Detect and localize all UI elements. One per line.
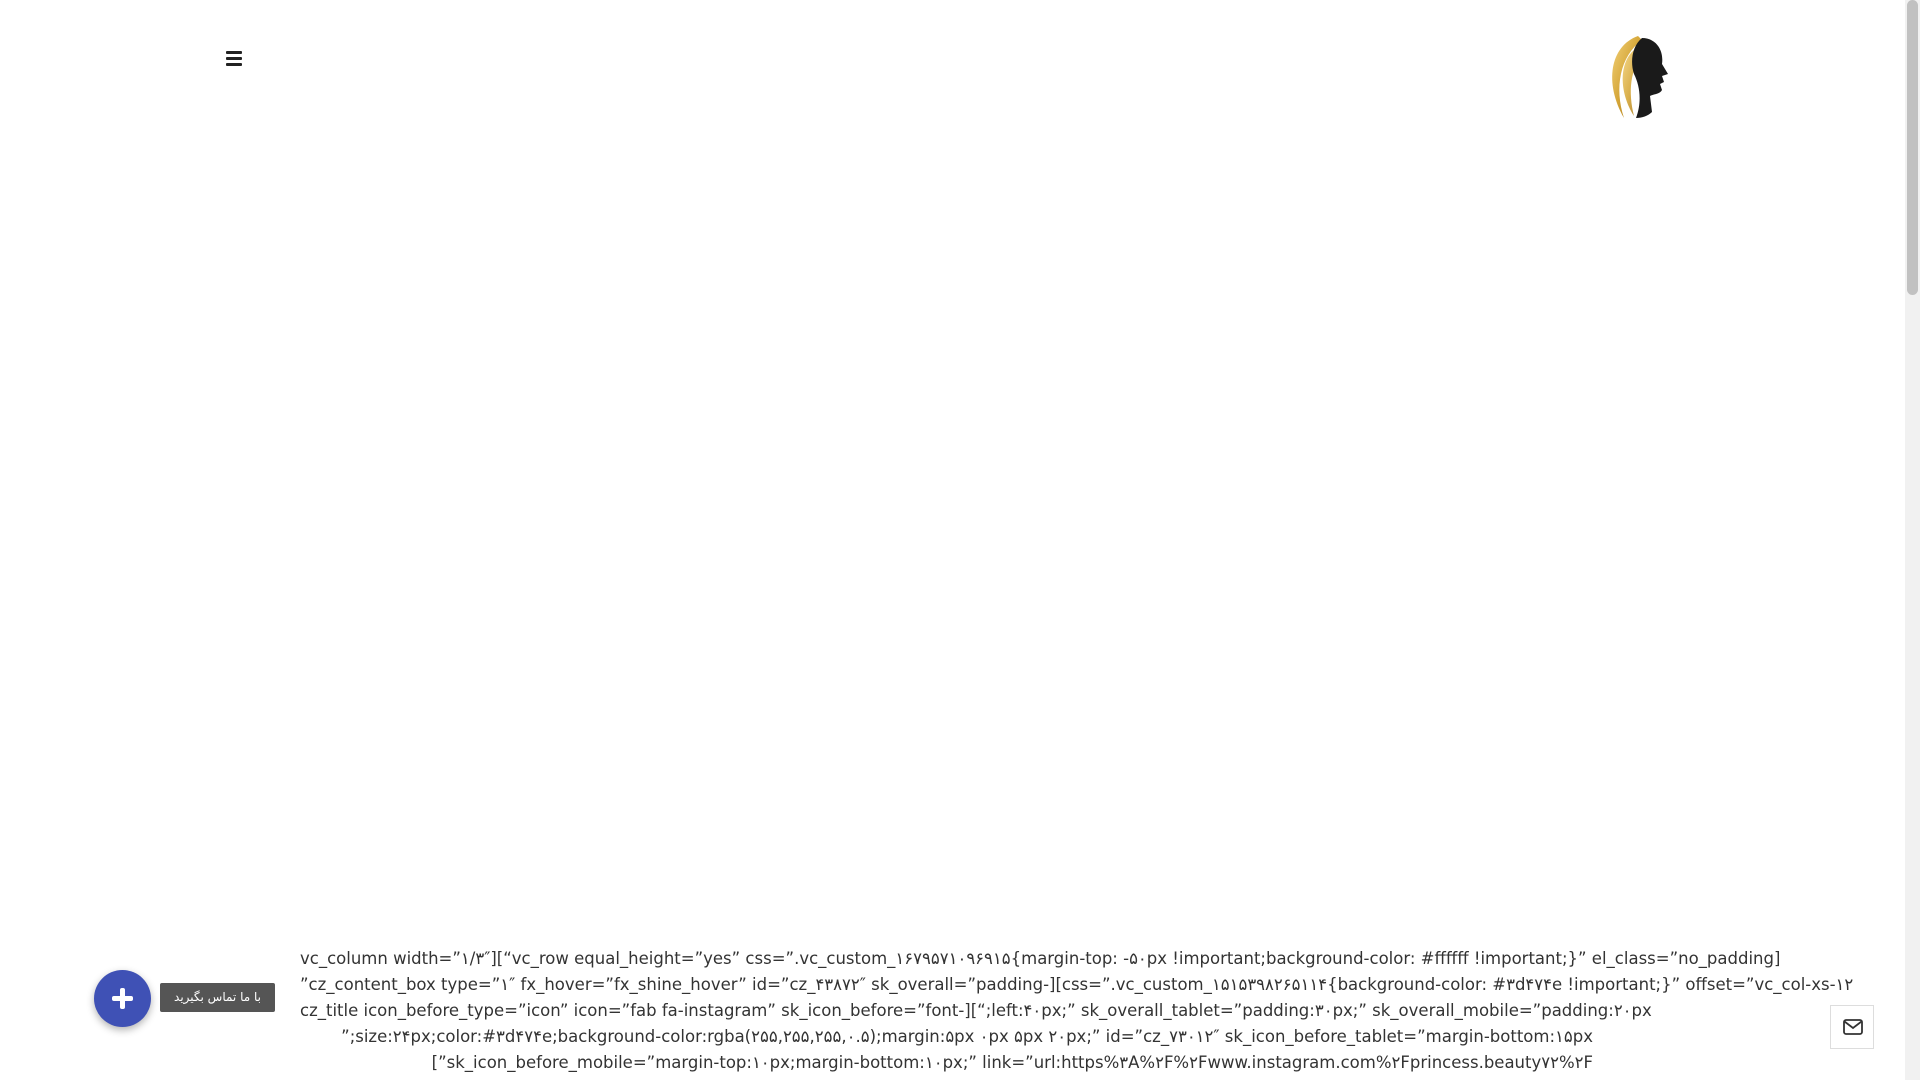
site-logo[interactable] (1590, 28, 1690, 128)
site-header (0, 0, 1905, 140)
shortcode-line: ”;size:۲۴px;color:#۳d۴۷۴e;background-col… (341, 1027, 1593, 1046)
contact-us-label[interactable]: با ما تماس بگیرید (160, 983, 275, 1012)
shortcode-line: [”sk_icon_before_mobile=”margin-top:۱۰px… (431, 1053, 1593, 1072)
page-scrollbar[interactable] (1905, 0, 1920, 1080)
shortcode-text-block: vc_column width=”۱/۳″][“vc_row equal_hei… (300, 946, 1854, 1076)
scrollbar-thumb[interactable] (1907, 0, 1918, 295)
mail-button[interactable] (1830, 1005, 1874, 1049)
page: vc_column width=”۱/۳″][“vc_row equal_hei… (0, 0, 1920, 1080)
contact-fab-button[interactable] (94, 970, 151, 1027)
woman-silhouette-logo-icon (1612, 36, 1668, 118)
hamburger-menu-icon[interactable] (222, 51, 246, 71)
shortcode-line: vc_column width=”۱/۳″][“vc_row equal_hei… (300, 949, 1781, 968)
envelope-icon (1843, 1019, 1863, 1035)
shortcode-line: ”cz_content_box type=”۱″ fx_hover=”fx_sh… (300, 975, 1854, 994)
shortcode-line: cz_title icon_before_type=”icon” icon=”f… (300, 1001, 1652, 1020)
